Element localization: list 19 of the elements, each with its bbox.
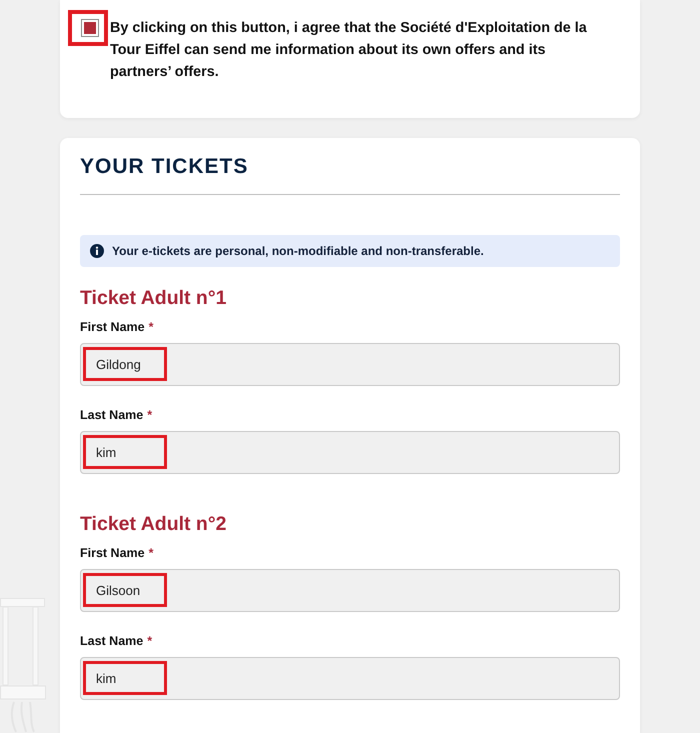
notice-text: Your e-tickets are personal, non-modifiable and non-transferable. <box>112 244 484 258</box>
text-input[interactable]: kim <box>80 431 620 474</box>
required-asterisk: * <box>147 408 152 422</box>
ticket-title: Ticket Adult n°1 <box>80 286 226 310</box>
consent-text: By clicking on this button, i agree that the Société d'Exploitation de la Tour Eiffel can send me information about its own offers and its partners’ offers. <box>110 19 588 82</box>
checkbox[interactable] <box>81 19 99 37</box>
required-asterisk: * <box>147 634 152 648</box>
field-label: First Name <box>80 320 145 334</box>
text-input[interactable]: kim <box>80 657 620 700</box>
info-icon <box>90 244 104 258</box>
required-asterisk: * <box>148 546 154 560</box>
field-label: Last Name <box>80 634 144 648</box>
text-input[interactable]: Gildong <box>80 343 620 386</box>
section-title: YOUR TICKETS <box>80 154 248 180</box>
field-label: First Name <box>80 546 145 560</box>
required-asterisk: * <box>148 320 154 334</box>
field-label: Last Name <box>80 408 144 422</box>
ticket-title: Ticket Adult n°2 <box>80 512 226 536</box>
text-input[interactable]: Gilsoon <box>80 569 620 612</box>
